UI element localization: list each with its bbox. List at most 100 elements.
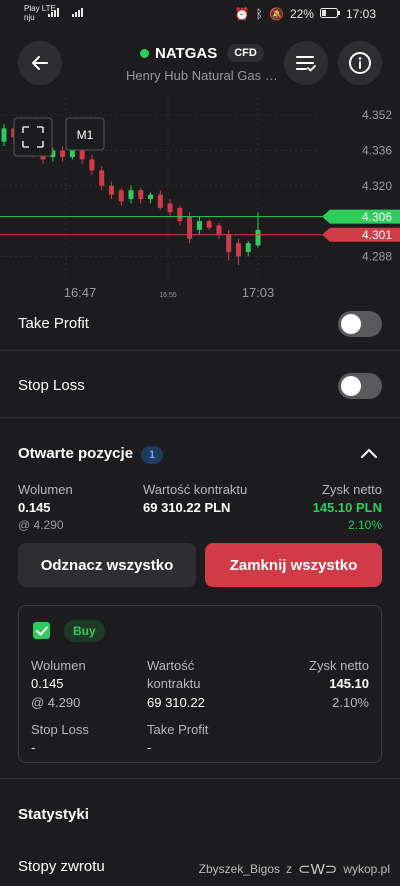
deselect-all-button[interactable]: Odznacz wszystko	[18, 543, 196, 587]
candle-body	[226, 234, 232, 252]
alarm-icon: ⏰	[234, 7, 250, 21]
candle-body	[148, 194, 154, 200]
watermark-user: Zbyszek_Bigos	[198, 862, 281, 876]
clock: 17:03	[345, 7, 376, 21]
market-open-dot	[140, 48, 149, 58]
volume-value: 0.145	[18, 500, 51, 515]
y-tick-label: 4.288	[362, 249, 392, 263]
timeframe-button[interactable]: M1	[65, 117, 105, 151]
contract-value-label: Wartość kontraktu	[143, 482, 248, 497]
signal-icon-2	[72, 8, 83, 17]
wykop-logo-icon: ⊂W⊃	[298, 861, 338, 878]
card-profit-label: Zysk netto	[309, 658, 369, 673]
mute-icon: 🔕	[268, 7, 284, 21]
candle-body	[108, 185, 114, 195]
position-checkbox[interactable]	[33, 622, 50, 639]
instrument-header: NATGAS CFD Henry Hub Natural Gas …	[0, 30, 400, 98]
side-badge: Buy	[64, 620, 105, 642]
card-take-profit-value: -	[147, 740, 152, 755]
candle-body	[235, 243, 241, 257]
candle-body	[89, 159, 95, 171]
menu-button[interactable]	[284, 41, 328, 85]
watermark-site: wykop.pl	[343, 862, 390, 876]
take-profit-toggle[interactable]	[338, 311, 382, 337]
symbol-label: NATGAS	[155, 44, 218, 62]
candle-body	[196, 221, 202, 230]
card-contract-label-2: kontraktu	[147, 676, 201, 691]
contract-value: 69 310.22 PLN	[143, 500, 231, 515]
candle-body	[99, 170, 105, 186]
card-stop-loss-value: -	[31, 740, 36, 755]
card-stop-loss-label: Stop Loss	[31, 722, 89, 737]
stop-loss-row: Stop Loss	[0, 366, 400, 406]
chevron-up-icon[interactable]	[360, 447, 378, 459]
timeframe-label: M1	[77, 128, 94, 142]
statistics-title: Statystyki	[18, 806, 89, 823]
check-icon	[35, 626, 48, 636]
info-button[interactable]	[338, 41, 382, 85]
ask-price-label: 4.306	[362, 210, 392, 224]
candle-body	[216, 225, 222, 235]
status-bar: Play LTE nju ⏰ ᛒ 🔕 22% 17:03	[0, 0, 400, 30]
candle-body	[255, 229, 261, 246]
close-all-button[interactable]: Zamknij wszystko	[205, 543, 382, 587]
x-tick-label: 16:55	[159, 292, 177, 299]
watermark-z: z	[286, 862, 293, 876]
divider	[0, 350, 400, 351]
take-profit-label: Take Profit	[18, 315, 89, 332]
candle-body	[167, 203, 173, 213]
y-tick-label: 4.352	[362, 108, 392, 122]
take-profit-row: Take Profit	[0, 304, 400, 362]
y-tick-label: 4.320	[362, 179, 392, 193]
net-profit-value: 145.10 PLN	[312, 500, 382, 515]
y-tick-label: 4.336	[362, 144, 392, 158]
positions-summary: Wolumen 0.145 @ 4.290 Wartość kontraktu …	[0, 482, 400, 534]
divider	[0, 778, 400, 779]
watermark: Zbyszek_Bigos z ⊂W⊃ wykop.pl	[199, 860, 390, 878]
returns-label: Stopy zwrotu	[18, 858, 105, 875]
cfd-badge: CFD	[227, 44, 264, 62]
volume-label: Wolumen	[18, 482, 73, 497]
card-take-profit-label: Take Profit	[147, 722, 209, 737]
candle-body	[187, 216, 193, 239]
x-tick-label: 16:47	[64, 285, 97, 300]
stop-loss-label: Stop Loss	[18, 377, 85, 394]
candle-body	[1, 128, 7, 142]
position-card[interactable]: Buy Wolumen 0.145 @ 4.290 Wartość kontra…	[18, 605, 382, 763]
back-button[interactable]	[18, 41, 62, 85]
list-check-icon	[296, 56, 316, 72]
candle-body	[206, 221, 212, 228]
candle-body	[69, 150, 75, 158]
candle-body	[60, 150, 66, 158]
net-profit-percent: 2.10%	[347, 518, 382, 532]
card-contract-label-1: Wartość	[147, 658, 195, 673]
instrument-subtitle: Henry Hub Natural Gas …	[126, 68, 278, 83]
candle-body	[118, 190, 124, 202]
instrument-title: NATGAS CFD	[140, 44, 264, 62]
fullscreen-button[interactable]	[13, 117, 53, 157]
card-profit-value: 145.10	[329, 676, 369, 691]
x-tick-label: 17:03	[242, 285, 275, 300]
info-icon	[349, 52, 371, 74]
price-chart[interactable]: 4.306 4.301 4.352 4.336 4.320 4.288 16:47 16:…	[0, 98, 400, 304]
card-volume-value: 0.145	[31, 676, 64, 691]
card-volume-price: @ 4.290	[31, 695, 81, 710]
statistics-header[interactable]: Statystyki	[0, 804, 400, 828]
divider	[0, 417, 400, 418]
open-positions-header[interactable]: Otwarte pozycje 1	[0, 443, 400, 467]
net-profit-label: Zysk netto	[322, 482, 382, 497]
battery-percent: 22%	[289, 7, 314, 21]
positions-count-badge: 1	[141, 446, 164, 464]
card-contract-value: 69 310.22	[147, 695, 205, 710]
open-positions-title: Otwarte pozycje	[18, 445, 134, 462]
candle-body	[245, 243, 251, 252]
candle-body	[177, 207, 183, 222]
card-volume-label: Wolumen	[31, 658, 86, 673]
signal-icon	[48, 8, 59, 17]
candle-body	[138, 190, 144, 200]
volume-price: @ 4.290	[18, 518, 64, 532]
arrow-left-icon	[32, 56, 48, 70]
bluetooth-icon: ᛒ	[255, 7, 263, 21]
bid-price-label: 4.301	[362, 228, 392, 242]
stop-loss-toggle[interactable]	[338, 373, 382, 399]
